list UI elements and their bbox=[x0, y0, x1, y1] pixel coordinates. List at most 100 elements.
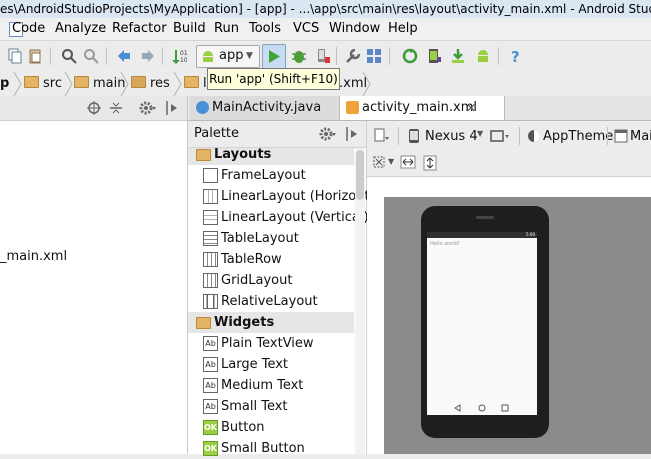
palette-group-widgets[interactable]: Widgets bbox=[188, 312, 354, 333]
palette-item-label: Small Button bbox=[221, 441, 305, 456]
palette-item-label: TableLayout bbox=[221, 231, 299, 246]
palette-item-small-text[interactable]: Ab Small Text bbox=[188, 396, 358, 417]
breadcrumb-item[interactable]: res bbox=[131, 76, 170, 92]
toolbar-separator bbox=[162, 47, 163, 65]
palette-item-relativelayout[interactable]: RelativeLayout bbox=[188, 291, 358, 312]
orientation-icon[interactable] bbox=[490, 128, 512, 144]
settings-wrench-icon[interactable] bbox=[345, 48, 361, 64]
device-icon bbox=[409, 129, 419, 143]
palette-item-tablerow[interactable]: TableRow bbox=[188, 249, 358, 270]
palette-item-button[interactable]: OK Button bbox=[188, 417, 358, 438]
gear-icon[interactable] bbox=[139, 100, 157, 116]
breadcrumb-separator bbox=[362, 72, 371, 96]
toolbar-separator bbox=[50, 47, 51, 65]
palette-item-label: RelativeLayout bbox=[221, 294, 318, 309]
chevron-down-icon[interactable]: ▼ bbox=[477, 129, 483, 138]
palette-item-tablelayout[interactable]: TableLayout bbox=[188, 228, 358, 249]
tab-mainactivity-java[interactable]: MainActivity.java bbox=[190, 96, 351, 120]
breadcrumb-separator bbox=[173, 72, 182, 96]
copy-icon[interactable] bbox=[7, 48, 23, 64]
design-file-icon[interactable] bbox=[374, 128, 392, 144]
menu-build[interactable]: Build bbox=[173, 21, 206, 37]
device-status-bar: 5:00 bbox=[427, 232, 537, 238]
palette-item-plain-textview[interactable]: Ab Plain TextView bbox=[188, 333, 358, 354]
menu-analyze[interactable]: Analyze bbox=[55, 21, 106, 37]
menu-run[interactable]: Run bbox=[214, 21, 239, 37]
palette-item-label: GridLayout bbox=[221, 273, 293, 288]
palette-item-gridlayout[interactable]: GridLayout bbox=[188, 270, 358, 291]
window-title: es\AndroidStudioProjects\MyApplication] … bbox=[0, 2, 651, 16]
nav-buttons-icon bbox=[454, 404, 509, 412]
menu-window[interactable]: Window bbox=[329, 21, 380, 37]
palette-item-label: Small Text bbox=[221, 399, 288, 414]
zoom-fit-icon[interactable] bbox=[372, 155, 386, 169]
menu-refactor[interactable]: Refactor bbox=[112, 21, 167, 37]
hide-panel-icon[interactable] bbox=[345, 126, 359, 142]
breadcrumb-item[interactable]: src bbox=[24, 76, 62, 92]
toolbar-separator bbox=[607, 127, 608, 145]
palette-item-linearlayout-vertical[interactable]: LinearLayout (Vertical) bbox=[188, 207, 369, 228]
menu-tools[interactable]: Tools bbox=[249, 21, 281, 37]
project-structure-icon[interactable] bbox=[366, 48, 382, 64]
palette-item-linearlayout-horizontal[interactable]: LinearLayout (Horizonta bbox=[188, 186, 378, 207]
palette-item-label: Plain TextView bbox=[221, 336, 314, 351]
device-select[interactable]: Nexus 4 bbox=[425, 129, 478, 144]
menu-vcs[interactable]: VCS bbox=[293, 21, 319, 37]
menu-code[interactable]: Code bbox=[12, 21, 45, 37]
palette-item-label: Large Text bbox=[221, 357, 288, 372]
folder-icon bbox=[24, 76, 39, 88]
palette-item-label: Medium Text bbox=[221, 378, 304, 393]
project-file-item[interactable]: _main.xml bbox=[0, 249, 67, 264]
activity-select[interactable]: Mai bbox=[630, 129, 651, 144]
linearlayout-horizontal-icon bbox=[203, 189, 218, 204]
debug-icon[interactable] bbox=[291, 48, 307, 64]
collapse-all-icon[interactable] bbox=[109, 101, 123, 115]
paste-icon[interactable] bbox=[27, 48, 43, 64]
back-arrow-icon[interactable] bbox=[116, 48, 132, 64]
theme-select[interactable]: AppTheme bbox=[543, 129, 613, 144]
device-screen[interactable]: Hello world! bbox=[427, 232, 537, 407]
attach-debugger-icon[interactable] bbox=[315, 48, 331, 64]
menu-help[interactable]: Help bbox=[388, 21, 418, 37]
sdk-manager-icon[interactable] bbox=[450, 48, 466, 64]
svg-text:01: 01 bbox=[180, 50, 187, 57]
palette-item-medium-text[interactable]: Ab Medium Text bbox=[188, 375, 358, 396]
run-config-select[interactable]: app ▼ bbox=[196, 45, 260, 68]
tab-activity-main-xml[interactable]: activity_main.xml ✕ bbox=[339, 96, 505, 120]
button-icon: OK bbox=[203, 420, 218, 435]
find-icon[interactable] bbox=[61, 48, 77, 64]
toolbar-separator bbox=[498, 47, 499, 65]
status-clock: 5:00 bbox=[526, 232, 535, 237]
hello-world-text[interactable]: Hello world! bbox=[430, 241, 460, 247]
folder-icon bbox=[74, 76, 89, 88]
toolbar-separator bbox=[389, 47, 390, 65]
expand-vertical-icon[interactable] bbox=[423, 155, 437, 171]
run-button[interactable] bbox=[262, 44, 286, 69]
replace-icon[interactable] bbox=[83, 48, 99, 64]
palette-scrollbar-thumb[interactable] bbox=[356, 150, 364, 200]
help-icon[interactable]: ? bbox=[508, 48, 524, 64]
gear-icon[interactable] bbox=[319, 126, 337, 142]
svg-text:?: ? bbox=[511, 48, 520, 64]
avd-manager-icon[interactable] bbox=[426, 48, 442, 64]
close-icon[interactable]: ✕ bbox=[466, 96, 476, 120]
palette-item-small-button[interactable]: OK Small Button bbox=[188, 438, 358, 459]
breadcrumb-item[interactable]: p bbox=[0, 76, 9, 92]
svg-text:10: 10 bbox=[180, 57, 187, 64]
make-project-icon[interactable]: 0110 bbox=[171, 48, 187, 64]
locate-target-icon[interactable] bbox=[87, 101, 101, 115]
sync-gradle-icon[interactable] bbox=[402, 48, 418, 64]
toolbar-separator bbox=[398, 127, 399, 145]
palette-item-framelayout[interactable]: FrameLayout bbox=[188, 165, 358, 186]
forward-arrow-icon[interactable] bbox=[140, 48, 156, 64]
hide-panel-icon[interactable] bbox=[165, 100, 179, 116]
chevron-down-icon[interactable]: ▼ bbox=[388, 157, 394, 166]
toolbar-separator bbox=[519, 127, 520, 145]
breadcrumb-item[interactable]: main bbox=[74, 76, 125, 92]
android-icon bbox=[203, 51, 213, 62]
textview-icon: Ab bbox=[203, 336, 218, 351]
android-monitor-icon[interactable] bbox=[475, 48, 491, 64]
expand-horizontal-icon[interactable] bbox=[400, 155, 416, 169]
palette-item-large-text[interactable]: Ab Large Text bbox=[188, 354, 358, 375]
toolbar-separator bbox=[106, 47, 107, 65]
